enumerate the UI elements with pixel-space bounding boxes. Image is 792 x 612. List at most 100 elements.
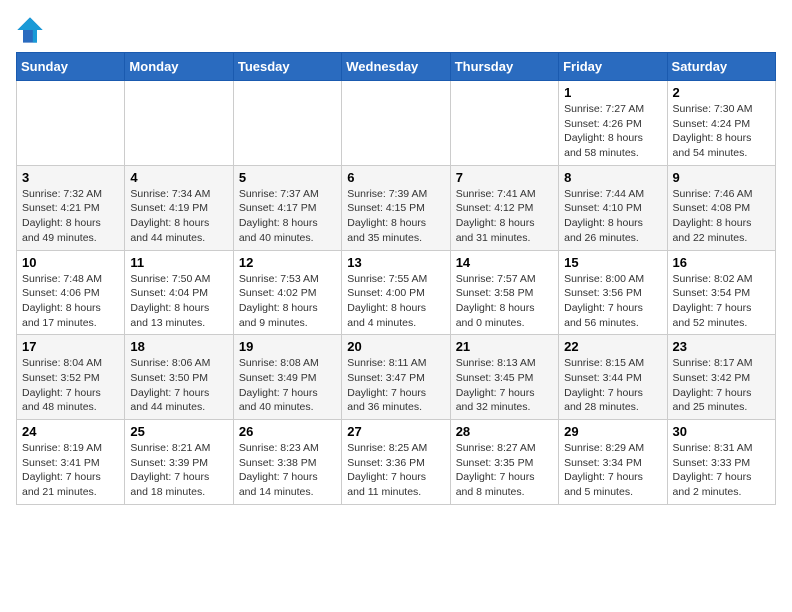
day-number: 9 — [673, 170, 770, 185]
calendar-cell: 4Sunrise: 7:34 AM Sunset: 4:19 PM Daylig… — [125, 165, 233, 250]
day-header-friday: Friday — [559, 53, 667, 81]
calendar-cell: 3 Sunrise: 7:32 AM Sunset: 4:21 PM Daylig… — [17, 165, 125, 250]
calendar-cell: 26 Sunrise: 8:23 AM Sunset: 3:38 PM Dayli… — [233, 420, 341, 505]
day-info: Sunrise: 7:46 AM Sunset: 4:08 PM Dayligh… — [673, 187, 770, 246]
calendar-week-2: 3 Sunrise: 7:32 AM Sunset: 4:21 PM Daylig… — [17, 165, 776, 250]
calendar-cell: 24 Sunrise: 8:19 AM Sunset: 3:41 PM Dayli… — [17, 420, 125, 505]
day-info: Sunrise: 8:11 AM Sunset: 3:47 PM Dayligh… — [347, 356, 444, 415]
day-number: 28 — [456, 424, 553, 439]
day-header-tuesday: Tuesday — [233, 53, 341, 81]
calendar-cell — [233, 81, 341, 166]
calendar-cell: 30 Sunrise: 8:31 AM Sunset: 3:33 PM Dayli… — [667, 420, 775, 505]
calendar-cell — [17, 81, 125, 166]
day-info: Sunrise: 8:29 AM Sunset: 3:34 PM Dayligh… — [564, 441, 661, 500]
calendar-cell: 20 Sunrise: 8:11 AM Sunset: 3:47 PM Dayli… — [342, 335, 450, 420]
logo-icon — [16, 16, 44, 44]
calendar-cell: 11 Sunrise: 7:50 AM Sunset: 4:04 PM Dayli… — [125, 250, 233, 335]
day-number: 14 — [456, 255, 553, 270]
day-header-saturday: Saturday — [667, 53, 775, 81]
day-info: Sunrise: 7:41 AM Sunset: 4:12 PM Dayligh… — [456, 187, 553, 246]
day-info: Sunrise: 7:55 AM Sunset: 4:00 PM Dayligh… — [347, 272, 444, 331]
day-info: Sunrise: 7:34 AM Sunset: 4:19 PM Dayligh… — [130, 187, 227, 246]
day-info: Sunrise: 7:30 AM Sunset: 4:24 PM Dayligh… — [673, 102, 770, 161]
calendar-cell: 6 Sunrise: 7:39 AM Sunset: 4:15 PM Daylig… — [342, 165, 450, 250]
day-number: 2 — [673, 85, 770, 100]
day-number: 10 — [22, 255, 119, 270]
calendar-cell: 15Sunrise: 8:00 AM Sunset: 3:56 PM Dayli… — [559, 250, 667, 335]
page-header — [16, 16, 776, 44]
day-number: 30 — [673, 424, 770, 439]
day-info: Sunrise: 7:44 AM Sunset: 4:10 PM Dayligh… — [564, 187, 661, 246]
calendar-cell: 7 Sunrise: 7:41 AM Sunset: 4:12 PM Daylig… — [450, 165, 558, 250]
day-number: 24 — [22, 424, 119, 439]
calendar-cell: 21 Sunrise: 8:13 AM Sunset: 3:45 PM Dayli… — [450, 335, 558, 420]
day-info: Sunrise: 7:57 AM Sunset: 3:58 PM Dayligh… — [456, 272, 553, 331]
calendar-body: 1Sunrise: 7:27 AM Sunset: 4:26 PM Daylig… — [17, 81, 776, 505]
day-number: 13 — [347, 255, 444, 270]
day-info: Sunrise: 8:08 AM Sunset: 3:49 PM Dayligh… — [239, 356, 336, 415]
calendar-cell: 12 Sunrise: 7:53 AM Sunset: 4:02 PM Dayli… — [233, 250, 341, 335]
day-number: 6 — [347, 170, 444, 185]
calendar-cell: 22Sunrise: 8:15 AM Sunset: 3:44 PM Dayli… — [559, 335, 667, 420]
day-number: 29 — [564, 424, 661, 439]
day-info: Sunrise: 8:13 AM Sunset: 3:45 PM Dayligh… — [456, 356, 553, 415]
day-info: Sunrise: 8:19 AM Sunset: 3:41 PM Dayligh… — [22, 441, 119, 500]
calendar-cell: 19 Sunrise: 8:08 AM Sunset: 3:49 PM Dayli… — [233, 335, 341, 420]
day-info: Sunrise: 8:23 AM Sunset: 3:38 PM Dayligh… — [239, 441, 336, 500]
day-number: 8 — [564, 170, 661, 185]
calendar-table: SundayMondayTuesdayWednesdayThursdayFrid… — [16, 52, 776, 505]
calendar-cell — [450, 81, 558, 166]
calendar-cell: 13 Sunrise: 7:55 AM Sunset: 4:00 PM Dayli… — [342, 250, 450, 335]
day-number: 22 — [564, 339, 661, 354]
calendar-cell: 29 Sunrise: 8:29 AM Sunset: 3:34 PM Dayli… — [559, 420, 667, 505]
day-number: 23 — [673, 339, 770, 354]
day-number: 26 — [239, 424, 336, 439]
day-info: Sunrise: 8:04 AM Sunset: 3:52 PM Dayligh… — [22, 356, 119, 415]
calendar-cell: 14 Sunrise: 7:57 AM Sunset: 3:58 PM Dayli… — [450, 250, 558, 335]
day-info: Sunrise: 7:48 AM Sunset: 4:06 PM Dayligh… — [22, 272, 119, 331]
day-header-sunday: Sunday — [17, 53, 125, 81]
day-number: 1 — [564, 85, 661, 100]
day-header-monday: Monday — [125, 53, 233, 81]
calendar-cell — [342, 81, 450, 166]
day-info: Sunrise: 7:50 AM Sunset: 4:04 PM Dayligh… — [130, 272, 227, 331]
day-number: 18 — [130, 339, 227, 354]
calendar-cell: 8 Sunrise: 7:44 AM Sunset: 4:10 PM Daylig… — [559, 165, 667, 250]
day-info: Sunrise: 8:21 AM Sunset: 3:39 PM Dayligh… — [130, 441, 227, 500]
calendar-cell: 17 Sunrise: 8:04 AM Sunset: 3:52 PM Dayli… — [17, 335, 125, 420]
day-number: 21 — [456, 339, 553, 354]
calendar-cell: 25Sunrise: 8:21 AM Sunset: 3:39 PM Dayli… — [125, 420, 233, 505]
calendar-cell: 2 Sunrise: 7:30 AM Sunset: 4:24 PM Daylig… — [667, 81, 775, 166]
day-info: Sunrise: 7:37 AM Sunset: 4:17 PM Dayligh… — [239, 187, 336, 246]
day-header-wednesday: Wednesday — [342, 53, 450, 81]
header-row: SundayMondayTuesdayWednesdayThursdayFrid… — [17, 53, 776, 81]
day-number: 20 — [347, 339, 444, 354]
calendar-cell: 28Sunrise: 8:27 AM Sunset: 3:35 PM Dayli… — [450, 420, 558, 505]
day-number: 12 — [239, 255, 336, 270]
calendar-week-1: 1Sunrise: 7:27 AM Sunset: 4:26 PM Daylig… — [17, 81, 776, 166]
day-info: Sunrise: 7:39 AM Sunset: 4:15 PM Dayligh… — [347, 187, 444, 246]
day-number: 19 — [239, 339, 336, 354]
day-number: 7 — [456, 170, 553, 185]
calendar-cell: 23 Sunrise: 8:17 AM Sunset: 3:42 PM Dayli… — [667, 335, 775, 420]
day-header-thursday: Thursday — [450, 53, 558, 81]
day-info: Sunrise: 7:32 AM Sunset: 4:21 PM Dayligh… — [22, 187, 119, 246]
day-info: Sunrise: 7:53 AM Sunset: 4:02 PM Dayligh… — [239, 272, 336, 331]
calendar-cell: 18 Sunrise: 8:06 AM Sunset: 3:50 PM Dayli… — [125, 335, 233, 420]
calendar-cell — [125, 81, 233, 166]
day-info: Sunrise: 8:17 AM Sunset: 3:42 PM Dayligh… — [673, 356, 770, 415]
day-info: Sunrise: 8:31 AM Sunset: 3:33 PM Dayligh… — [673, 441, 770, 500]
calendar-cell: 27 Sunrise: 8:25 AM Sunset: 3:36 PM Dayli… — [342, 420, 450, 505]
day-number: 27 — [347, 424, 444, 439]
day-info: Sunrise: 8:00 AM Sunset: 3:56 PM Dayligh… — [564, 272, 661, 331]
day-number: 3 — [22, 170, 119, 185]
day-info: Sunrise: 8:06 AM Sunset: 3:50 PM Dayligh… — [130, 356, 227, 415]
day-info: Sunrise: 8:25 AM Sunset: 3:36 PM Dayligh… — [347, 441, 444, 500]
day-number: 11 — [130, 255, 227, 270]
logo — [16, 16, 48, 44]
day-number: 17 — [22, 339, 119, 354]
calendar-week-4: 17 Sunrise: 8:04 AM Sunset: 3:52 PM Dayli… — [17, 335, 776, 420]
calendar-week-3: 10 Sunrise: 7:48 AM Sunset: 4:06 PM Dayli… — [17, 250, 776, 335]
calendar-week-5: 24 Sunrise: 8:19 AM Sunset: 3:41 PM Dayli… — [17, 420, 776, 505]
calendar-cell: 1Sunrise: 7:27 AM Sunset: 4:26 PM Daylig… — [559, 81, 667, 166]
